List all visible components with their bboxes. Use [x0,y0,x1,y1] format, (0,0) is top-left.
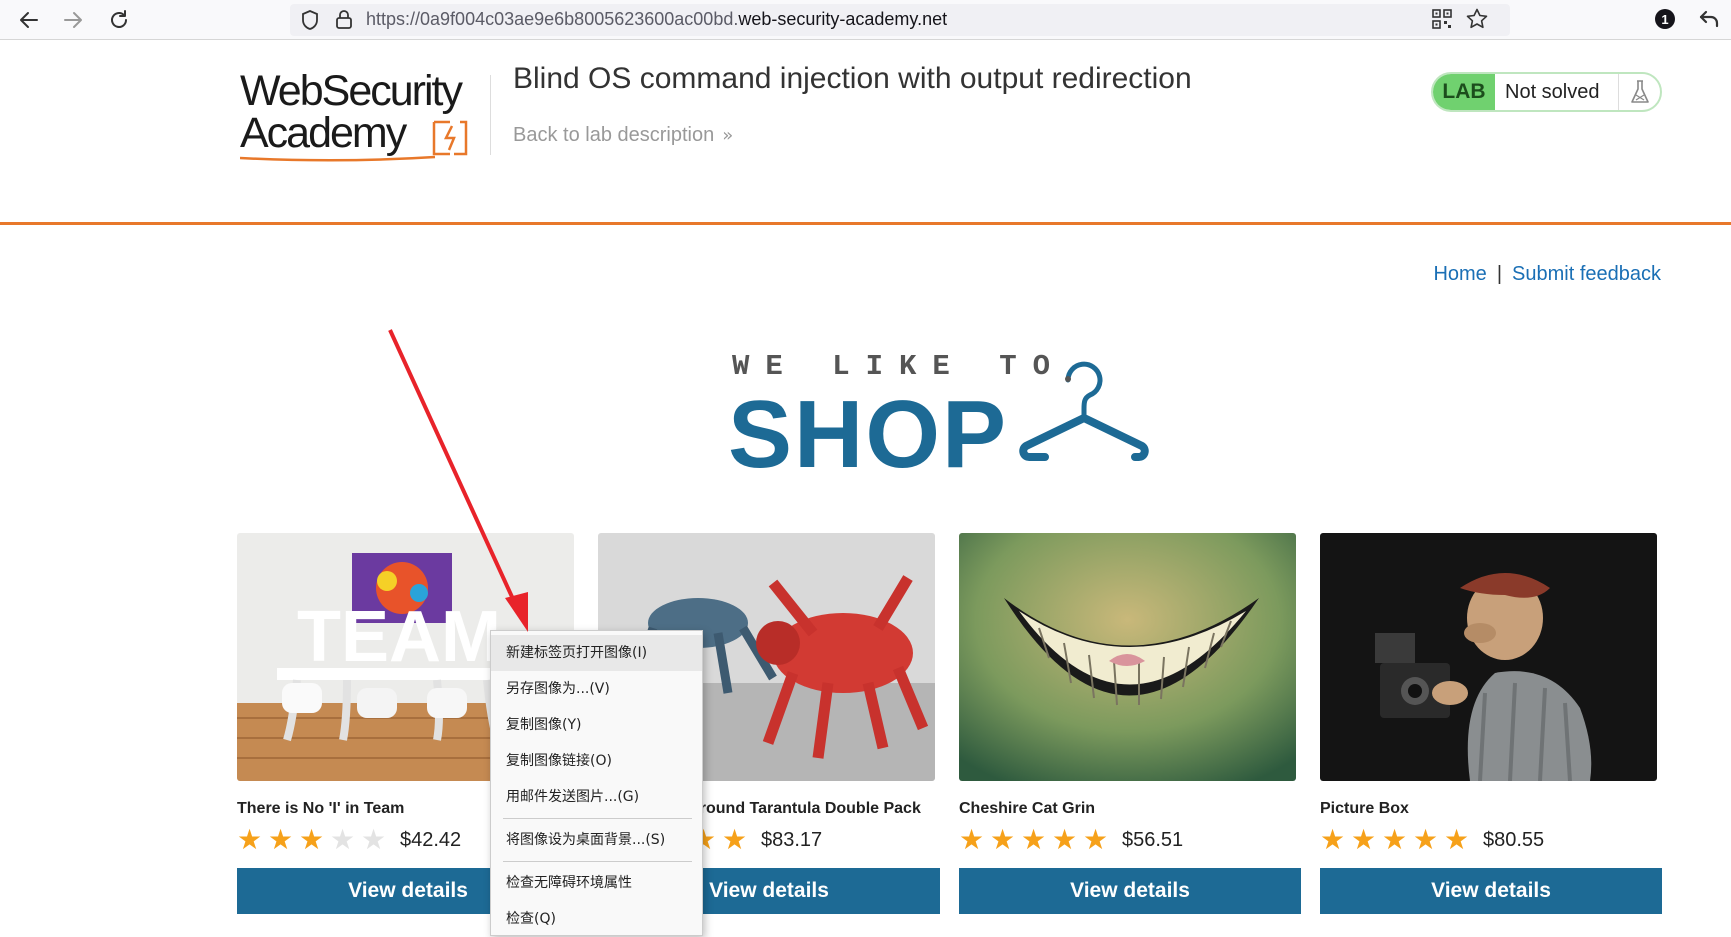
rating-row: ★ ★ ★ ★ ★ $56.51 [959,824,1296,856]
flask-icon [1619,74,1660,110]
submit-feedback-link[interactable]: Submit feedback [1512,263,1661,285]
url-text[interactable]: https://0a9f004c03ae9e6b8005623600ac00bd… [366,9,947,30]
star-icon: ★ [1444,823,1470,856]
top-nav: Home | Submit feedback [1433,263,1661,286]
header-divider [490,75,491,155]
reload-icon[interactable] [104,6,134,34]
copy-image-item[interactable]: 复制图像(Y) [491,707,702,743]
nav-separator: | [1496,263,1503,285]
header-rule [0,222,1731,225]
shield-icon[interactable] [300,9,320,36]
product-price: $83.17 [761,828,823,851]
star-icon: ★ [1351,823,1377,856]
logo-text-line1: WebSecurity [240,67,463,115]
star-icon: ★ [1413,823,1439,856]
double-chevron-right-icon: » [722,125,734,146]
star-icon: ★ [990,823,1016,856]
banner-title: SHOP [728,381,1009,488]
star-icon: ★ [361,823,387,856]
star-icon: ★ [1083,823,1109,856]
menu-separator [503,818,692,819]
rating-row: ★ ★ ★ ★ ★ $80.55 [1320,824,1657,856]
star-icon: ★ [722,823,748,856]
browser-toolbar: https://0a9f004c03ae9e6b8005623600ac00bd… [0,0,1731,40]
forward-icon[interactable] [58,6,88,34]
save-image-as-item[interactable]: 另存图像为...(V) [491,671,702,707]
lock-icon[interactable] [335,8,353,35]
lab-title: Blind OS command injection with output r… [513,62,1192,95]
hanger-icon [1018,352,1170,469]
product-card: Picture Box ★ ★ ★ ★ ★ $80.55 View detail… [1320,533,1662,914]
product-card: Cheshire Cat Grin ★ ★ ★ ★ ★ $56.51 View … [959,533,1301,914]
qr-code-icon[interactable] [1432,9,1452,34]
back-icon[interactable] [14,6,44,34]
view-details-button[interactable]: View details [959,868,1301,914]
lab-status-text: Not solved [1495,74,1619,110]
product-price: $42.42 [400,828,462,851]
star-icon: ★ [1382,823,1408,856]
email-image-item[interactable]: 用邮件发送图片...(G) [491,779,702,815]
logo-underline-icon [240,155,436,162]
lab-badge: LAB [1433,74,1495,110]
product-price: $56.51 [1122,828,1184,851]
star-icon: ★ [268,823,294,856]
star-icon: ★ [299,823,325,856]
web-security-academy-logo[interactable]: WebSecurity Academy [240,68,490,164]
product-price: $80.55 [1483,828,1545,851]
menu-separator [503,861,692,862]
logo-bolt-icon [432,120,468,156]
product-name: Picture Box [1320,800,1409,817]
set-desktop-background-item[interactable]: 将图像设为桌面背景...(S) [491,822,702,858]
inspect-accessibility-item[interactable]: 检查无障碍环境属性 [491,865,702,901]
undo-arrow-icon[interactable] [1698,8,1720,35]
star-rating: ★ ★ ★ ★ ★ [1320,825,1475,855]
back-to-lab-description-link[interactable]: Back to lab description» [513,124,733,147]
bookmark-star-icon[interactable] [1465,7,1489,36]
product-name: ground Tarantula Double Pack [690,800,921,817]
product-image-picture-box[interactable] [1320,533,1657,781]
star-rating: ★ ★ ★ ★ ★ [959,825,1114,855]
logo-text-line2: Academy [240,109,407,157]
view-details-button[interactable]: View details [1320,868,1662,914]
notification-badge-icon[interactable]: 1 [1655,9,1675,29]
open-image-new-tab-item[interactable]: 新建标签页打开图像(I) [491,635,702,671]
product-name: Cheshire Cat Grin [959,800,1096,817]
star-icon: ★ [237,823,263,856]
home-link[interactable]: Home [1433,263,1486,285]
banner-tagline: WE LIKE TO [732,350,1067,383]
image-context-menu: 新建标签页打开图像(I) 另存图像为...(V) 复制图像(Y) 复制图像链接(… [490,630,703,936]
copy-image-link-item[interactable]: 复制图像链接(O) [491,743,702,779]
star-icon: ★ [959,823,985,856]
star-icon: ★ [1052,823,1078,856]
star-rating: ★ ★ ★ ★ ★ [237,825,392,855]
lab-status-widget: LAB Not solved [1431,72,1662,112]
star-icon: ★ [330,823,356,856]
star-icon: ★ [1320,823,1346,856]
product-image-cheshire-cat-grin[interactable] [959,533,1296,781]
svg-text:TEAM: TEAM [297,597,501,677]
inspect-item[interactable]: 检查(Q) [491,901,702,937]
star-icon: ★ [1021,823,1047,856]
